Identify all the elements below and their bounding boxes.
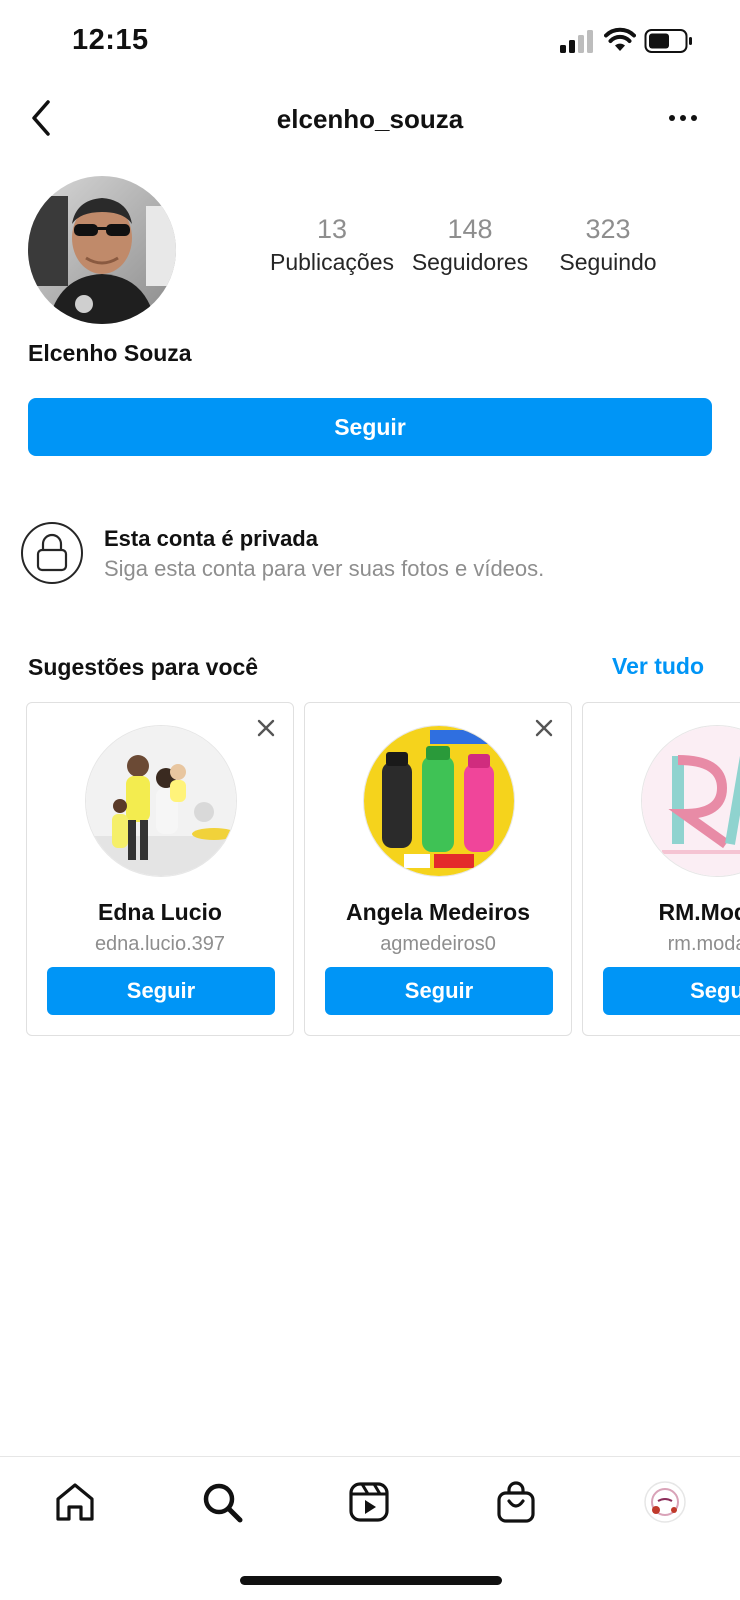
suggestion-avatar[interactable] bbox=[85, 725, 237, 877]
suggestion-card[interactable]: Angela Medeiros agmedeiros0 Seguir bbox=[304, 702, 572, 1036]
suggestion-handle: rm.modaer bbox=[667, 933, 740, 955]
followers-count: 148 bbox=[447, 214, 493, 244]
home-icon[interactable] bbox=[52, 1479, 98, 1525]
status-time: 12:15 bbox=[72, 24, 149, 56]
cellular-signal-icon bbox=[560, 30, 593, 53]
profile-header: elcenho_souza bbox=[0, 90, 740, 150]
profile-stats: 13 Publicações 148 Seguidores 323 Seguin… bbox=[262, 214, 682, 284]
profile-tab-avatar[interactable] bbox=[642, 1479, 688, 1525]
bottom-tab-bar bbox=[0, 1456, 740, 1546]
suggestions-carousel[interactable]: Edna Lucio edna.lucio.397 Seguir Angela … bbox=[0, 700, 740, 1040]
lock-icon bbox=[36, 533, 68, 572]
private-lock-badge bbox=[21, 522, 83, 584]
stat-following[interactable]: 323 Seguindo bbox=[538, 214, 678, 276]
suggestions-title: Sugestões para você bbox=[28, 654, 259, 680]
stat-followers[interactable]: 148 Seguidores bbox=[400, 214, 540, 276]
wifi-icon bbox=[604, 27, 636, 51]
private-account-subtitle: Siga esta conta para ver suas fotos e ví… bbox=[104, 556, 545, 581]
suggestion-name: Angela Medeiros bbox=[345, 899, 531, 925]
suggestion-name: RM.Modae bbox=[658, 899, 740, 925]
suggestion-handle: agmedeiros0 bbox=[380, 933, 496, 955]
reels-icon[interactable] bbox=[346, 1479, 392, 1525]
search-icon[interactable] bbox=[199, 1479, 245, 1525]
dismiss-icon[interactable] bbox=[255, 717, 277, 739]
header-username: elcenho_souza bbox=[276, 104, 464, 134]
profile-avatar[interactable] bbox=[28, 176, 176, 324]
suggestion-card[interactable]: RM.Modae rm.modaer Segu bbox=[582, 702, 740, 1036]
home-indicator[interactable] bbox=[240, 1576, 502, 1585]
following-label: Seguindo bbox=[559, 249, 657, 275]
suggestion-follow-button[interactable]: Seguir bbox=[47, 967, 275, 1015]
suggestion-avatar[interactable] bbox=[641, 725, 740, 877]
follow-button[interactable]: Seguir bbox=[28, 398, 712, 456]
stat-posts[interactable]: 13 Publicações bbox=[262, 214, 402, 276]
suggestion-follow-button[interactable]: Segu bbox=[603, 967, 740, 1015]
display-name: Elcenho Souza bbox=[28, 340, 192, 366]
following-count: 323 bbox=[585, 214, 631, 244]
suggestion-handle: edna.lucio.397 bbox=[94, 933, 226, 955]
suggestion-follow-button[interactable]: Seguir bbox=[325, 967, 553, 1015]
private-account-title: Esta conta é privada bbox=[104, 526, 318, 551]
battery-icon bbox=[644, 29, 692, 53]
status-bar: 12:15 bbox=[0, 0, 740, 84]
suggestion-name: Edna Lucio bbox=[98, 899, 222, 925]
suggestion-avatar[interactable] bbox=[363, 725, 515, 877]
dismiss-icon[interactable] bbox=[533, 717, 555, 739]
more-options-icon[interactable] bbox=[666, 108, 700, 128]
shop-icon[interactable] bbox=[493, 1479, 539, 1525]
posts-count: 13 bbox=[316, 214, 348, 244]
posts-label: Publicações bbox=[269, 249, 395, 275]
suggestion-card[interactable]: Edna Lucio edna.lucio.397 Seguir bbox=[26, 702, 294, 1036]
followers-label: Seguidores bbox=[411, 249, 529, 275]
see-all-link[interactable]: Ver tudo bbox=[612, 653, 704, 680]
